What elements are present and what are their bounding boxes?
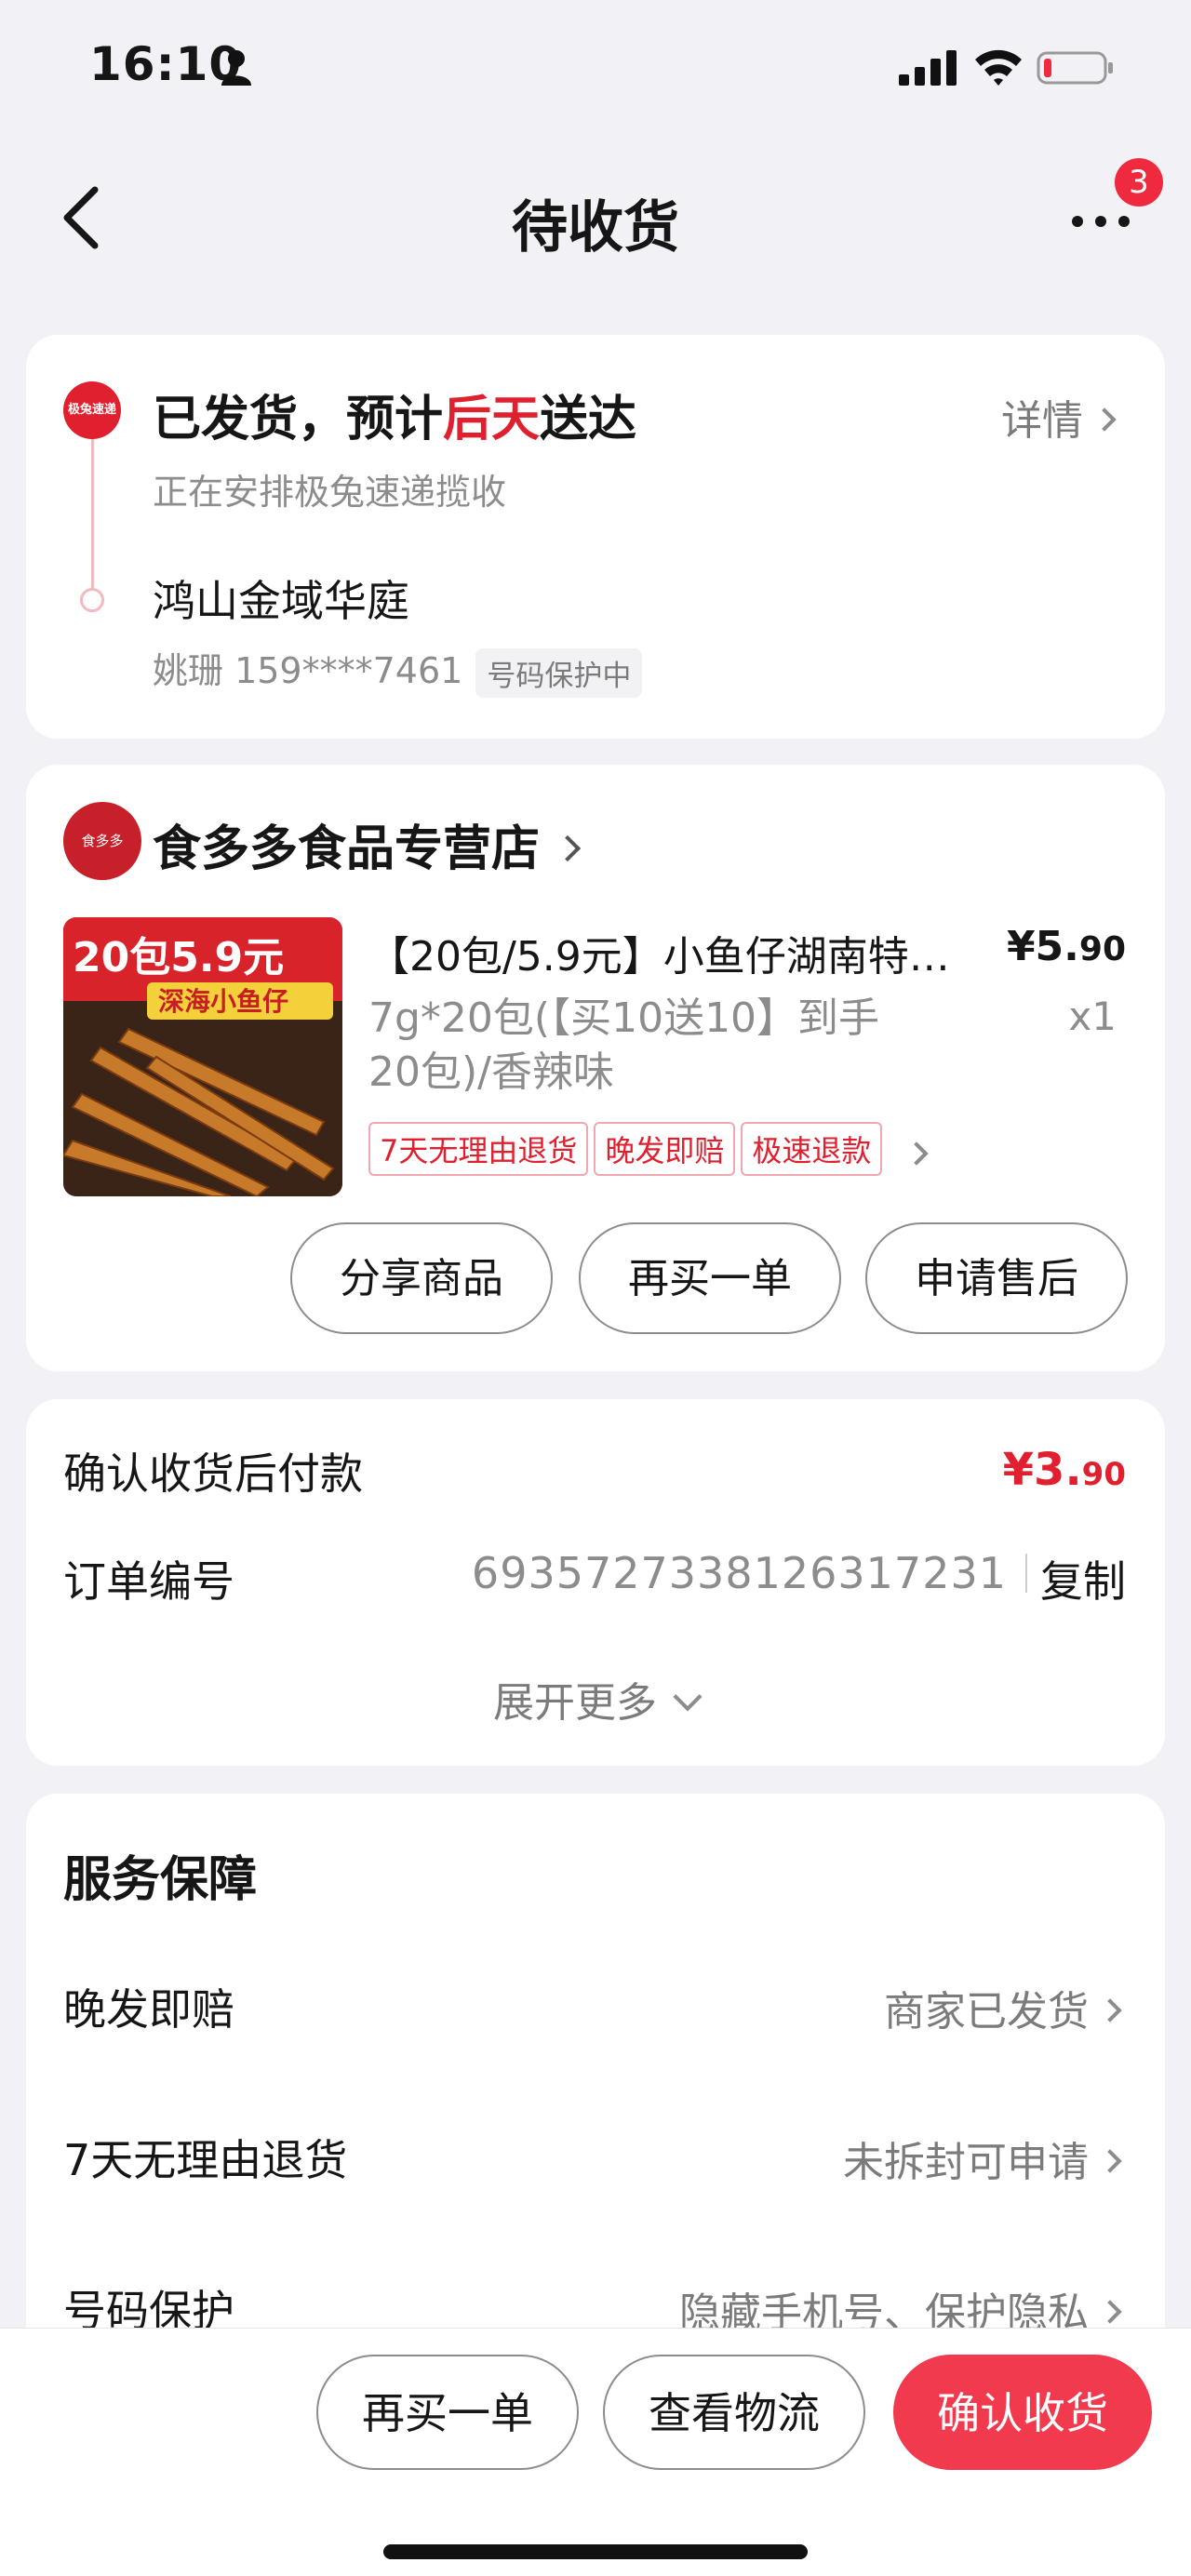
expand-more-button[interactable]: 展开更多 — [26, 1669, 1165, 1728]
product-card: 食多多 食多多食品专营店 20包5.9元 深海小鱼仔 【20包/5.9元】小鱼仔… — [26, 765, 1165, 1371]
share-product-button[interactable]: 分享商品 — [290, 1222, 553, 1334]
tag-late-compensation: 晚发即赔 — [594, 1122, 736, 1176]
pay-amount: ¥3.90 — [1003, 1444, 1126, 1496]
shipping-title-suffix: 送达 — [540, 392, 637, 447]
service-row-value[interactable]: 未拆封可申请 — [843, 2129, 1122, 2188]
shipping-title-prefix: 已发货，预计 — [153, 392, 444, 447]
service-row-value[interactable]: 商家已发货 — [884, 1978, 1122, 2037]
service-row-label: 晚发即赔 — [63, 1984, 234, 2035]
shipping-title-highlight: 后天 — [443, 392, 541, 447]
tag-return: 7天无理由退货 — [368, 1122, 589, 1176]
amount-integer: ¥3. — [1002, 1444, 1082, 1496]
after-sales-button[interactable]: 申请售后 — [865, 1222, 1128, 1334]
shop-name: 食多多食品专营店 — [153, 821, 541, 877]
product-quantity: x1 — [1068, 994, 1117, 1039]
chevron-right-icon — [1098, 2300, 1122, 2324]
shipping-subtitle: 正在安排极兔速递揽收 — [153, 472, 507, 513]
shipping-detail-link[interactable]: 详情 — [1001, 387, 1117, 447]
service-card: 服务保障 晚发即赔 商家已发货 7天无理由退货 未拆封可申请 号码保护 隐藏手机… — [26, 1794, 1165, 2389]
service-tags[interactable]: 7天无理由退货 晚发即赔 极速退款 — [368, 1122, 1113, 1176]
home-indicator — [383, 2544, 808, 2559]
confirm-receipt-button[interactable]: 确认收货 — [893, 2355, 1152, 2470]
timeline-dot — [80, 588, 104, 612]
chevron-right-icon — [904, 1141, 930, 1166]
payment-card: 确认收货后付款 ¥3.90 订单编号 6935727338126317231 复… — [26, 1399, 1165, 1766]
tag-fast-refund: 极速退款 — [741, 1122, 883, 1176]
product-thumbnail[interactable]: 20包5.9元 深海小鱼仔 — [63, 917, 342, 1196]
price-integer: ¥5. — [1006, 923, 1079, 970]
signal-icon — [899, 50, 957, 86]
product-price: ¥5.90 — [1007, 923, 1126, 970]
shipping-status-title: 已发货，预计后天送达 — [153, 380, 636, 449]
thumb-text-2: 深海小鱼仔 — [158, 986, 288, 1017]
chevron-right-icon — [554, 834, 582, 862]
buy-again-button[interactable]: 再买一单 — [579, 1222, 841, 1334]
chevron-right-icon — [1092, 407, 1117, 432]
service-row-value-text: 未拆封可申请 — [843, 2139, 1089, 2186]
shop-logo: 食多多 — [63, 802, 141, 880]
contact-text: 姚珊 159****7461 — [153, 650, 463, 691]
shop-name-link[interactable]: 食多多食品专营店 — [153, 809, 582, 879]
bottom-action-bar: 再买一单 查看物流 确认收货 — [0, 2328, 1191, 2576]
more-options-icon[interactable] — [1070, 195, 1131, 242]
amount-decimal: 90 — [1081, 1456, 1126, 1493]
person-icon — [221, 50, 251, 86]
wifi-icon — [975, 49, 1022, 86]
order-number: 6935727338126317231 — [471, 1548, 1007, 1598]
shipping-card: 极兔速递 已发货，预计后天送达 正在安排极兔速递揽收 详情 鸿山金域华庭 姚珊 … — [26, 335, 1165, 739]
service-row-label: 7天无理由退货 — [63, 2135, 348, 2185]
battery-icon — [1037, 51, 1113, 85]
product-title[interactable]: 【20包/5.9元】小鱼仔湖南特产香辣零食 — [368, 923, 964, 982]
chevron-right-icon — [1098, 1998, 1122, 2022]
service-row-value-text: 商家已发货 — [884, 1988, 1089, 2035]
logistics-logo: 极兔速递 — [63, 381, 121, 439]
chevron-down-icon — [673, 1682, 703, 1712]
pay-later-label: 确认收货后付款 — [63, 1448, 363, 1499]
contact-info: 姚珊 159****7461 号码保护中 — [153, 642, 643, 698]
copy-button[interactable]: 复制 — [1040, 1548, 1126, 1609]
price-decimal: 90 — [1078, 930, 1126, 968]
delivery-address: 鸿山金域华庭 — [153, 576, 409, 626]
product-spec: 7g*20包(【买10送10】到手20包)/香辣味 — [368, 994, 880, 1096]
status-bar: 16:10 — [0, 0, 1191, 140]
copy-divider — [1025, 1554, 1027, 1593]
notification-badge: 3 — [1115, 158, 1163, 207]
number-protect-tag: 号码保护中 — [475, 648, 643, 698]
order-number-label: 订单编号 — [63, 1556, 234, 1607]
detail-label: 详情 — [1001, 397, 1083, 445]
page-title: 待收货 — [512, 195, 679, 260]
expand-more-label: 展开更多 — [493, 1679, 657, 1727]
view-logistics-button[interactable]: 查看物流 — [603, 2355, 865, 2470]
product-image: 20包5.9元 深海小鱼仔 — [63, 917, 342, 1196]
rebuy-button[interactable]: 再买一单 — [316, 2355, 579, 2470]
thumb-text-1: 20包5.9元 — [73, 934, 284, 981]
service-title: 服务保障 — [63, 1852, 258, 1908]
timeline-line — [91, 439, 94, 597]
chevron-right-icon — [1098, 2149, 1122, 2173]
